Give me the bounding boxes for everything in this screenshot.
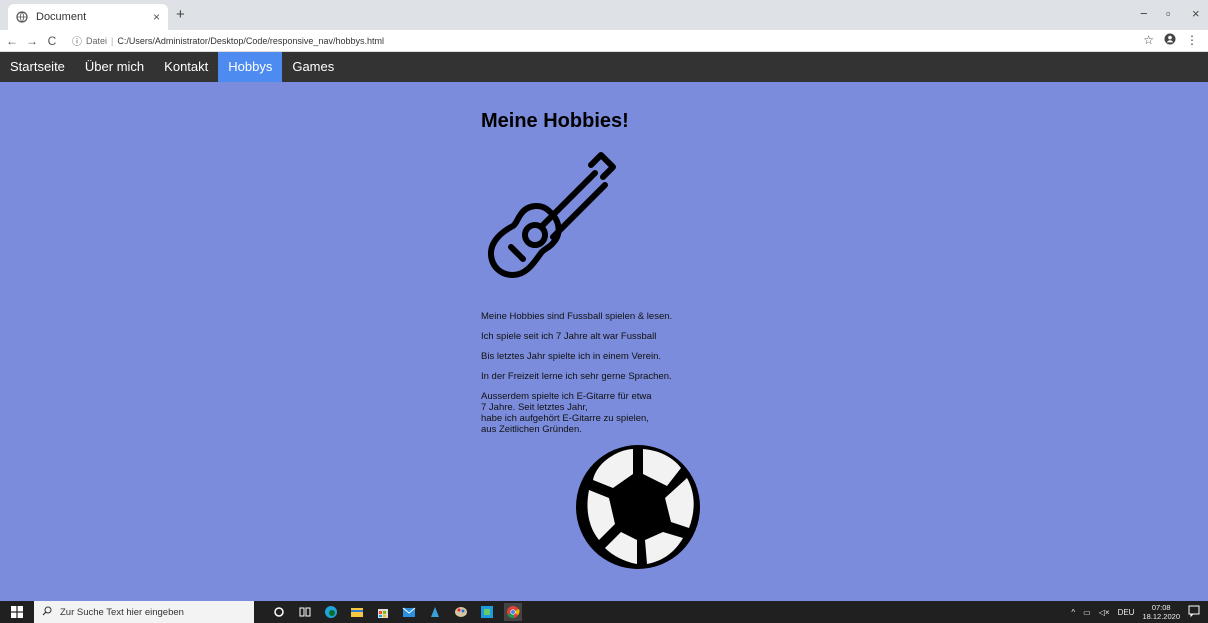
network-icon[interactable]: ▭ [1083,608,1091,617]
store-icon[interactable] [374,603,392,621]
browser-tabstrip: Document × + − ▫ × [0,0,1208,30]
page-title: Meine Hobbies! [481,110,629,132]
guitar-icon [488,152,616,278]
line: Bis letztes Jahr spielte ich in einem Ve… [481,351,662,362]
line: 7 Jahre. Seit letztes Jahr, [481,402,588,413]
search-icon [42,606,52,619]
windows-start-button[interactable] [0,601,34,623]
chrome-icon[interactable] [504,603,522,621]
url-scheme-label: Datei [86,35,108,46]
nav-kontakt[interactable]: Kontakt [154,52,218,82]
restore-button[interactable]: ▫ [1166,6,1171,21]
url-input[interactable]: C:/Users/Administrator/Desktop/Code/resp… [117,36,384,46]
paragraph-5: Ausserdem spielte ich E-Gitarre für etwa… [481,391,741,435]
clock-time: 07:08 [1151,603,1171,612]
paragraph-3: Bis letztes Jahr spielte ich in einem Ve… [481,351,741,362]
browser-tab[interactable]: Document × [8,4,168,30]
notification-icon[interactable] [1188,605,1200,619]
info-icon[interactable]: ⓘ [72,33,82,48]
cortana-icon[interactable] [270,603,288,621]
nav-ueber-mich[interactable]: Über mich [75,52,154,82]
windows-logo-icon [11,606,23,618]
new-tab-button[interactable]: + [176,6,185,23]
mail-icon[interactable] [400,603,418,621]
taskbar-search-input[interactable]: Zur Suche Text hier eingeben [34,601,254,623]
app-icon[interactable] [426,603,444,621]
soccer-ball-icon [576,445,700,569]
address-bar-actions: ☆ ⋮ [1143,33,1198,48]
line: habe ich aufgehört E-Gitarre zu spielen, [481,413,649,424]
nav-hobbys[interactable]: Hobbys [218,52,283,82]
taskbar-clock[interactable]: 07:08 18.12.2020 [1142,603,1180,621]
windows-taskbar: Zur Suche Text hier eingeben ^ ▭ ◁× DEU … [0,601,1208,623]
globe-icon [16,11,28,23]
line: Ich spiele seit ich 7 Jahre alt war Fuss… [481,331,657,342]
line: Meine Hobbies sind Fussball spielen & le… [481,311,673,322]
tab-close-icon[interactable]: × [153,10,160,24]
volume-icon[interactable]: ◁× [1099,608,1110,617]
minimize-button[interactable]: − [1140,6,1148,21]
line: In der Freizeit lerne ich sehr gerne Spr… [481,371,672,382]
address-bar: ← → C ⓘ Datei | C:/Users/Administrator/D… [0,30,1208,52]
line: Ausserdem spielte ich E-Gitarre für etwa [481,391,652,402]
forward-button[interactable]: → [24,34,40,48]
clock-date: 18.12.2020 [1142,612,1180,621]
paragraph-2: Ich spiele seit ich 7 Jahre alt war Fuss… [481,331,741,342]
edge-icon[interactable] [322,603,340,621]
tab-title: Document [36,11,87,23]
bookmark-star-icon[interactable]: ☆ [1143,33,1154,48]
system-tray: ^ ▭ ◁× DEU 07:08 18.12.2020 [1071,601,1200,623]
file-explorer-icon[interactable] [348,603,366,621]
taskbar-apps [270,603,522,621]
task-view-icon[interactable] [296,603,314,621]
line: aus Zeitlichen Gründen. [481,424,582,435]
code-editor-icon[interactable] [478,603,496,621]
close-window-button[interactable]: × [1192,6,1200,21]
nav-games[interactable]: Games [282,52,344,82]
back-button[interactable]: ← [4,34,20,48]
url-separator: | [111,35,114,46]
paragraph-1: Meine Hobbies sind Fussball spielen & le… [481,311,741,322]
search-placeholder: Zur Suche Text hier eingeben [60,606,184,618]
nav-startseite[interactable]: Startseite [0,52,75,82]
hobby-text: Meine Hobbies sind Fussball spielen & le… [481,311,741,435]
tray-expand-icon[interactable]: ^ [1071,608,1075,617]
menu-dots-icon[interactable]: ⋮ [1186,33,1198,48]
paragraph-4: In der Freizeit lerne ich sehr gerne Spr… [481,371,741,382]
main-content: Meine Hobbies! Meine Hobbies sind Fussba… [481,110,741,435]
profile-icon[interactable] [1164,33,1176,48]
top-navigation: Startseite Über mich Kontakt Hobbys Game… [0,52,1208,82]
paint-icon[interactable] [452,603,470,621]
reload-button[interactable]: C [44,34,60,48]
language-indicator[interactable]: DEU [1118,608,1135,617]
